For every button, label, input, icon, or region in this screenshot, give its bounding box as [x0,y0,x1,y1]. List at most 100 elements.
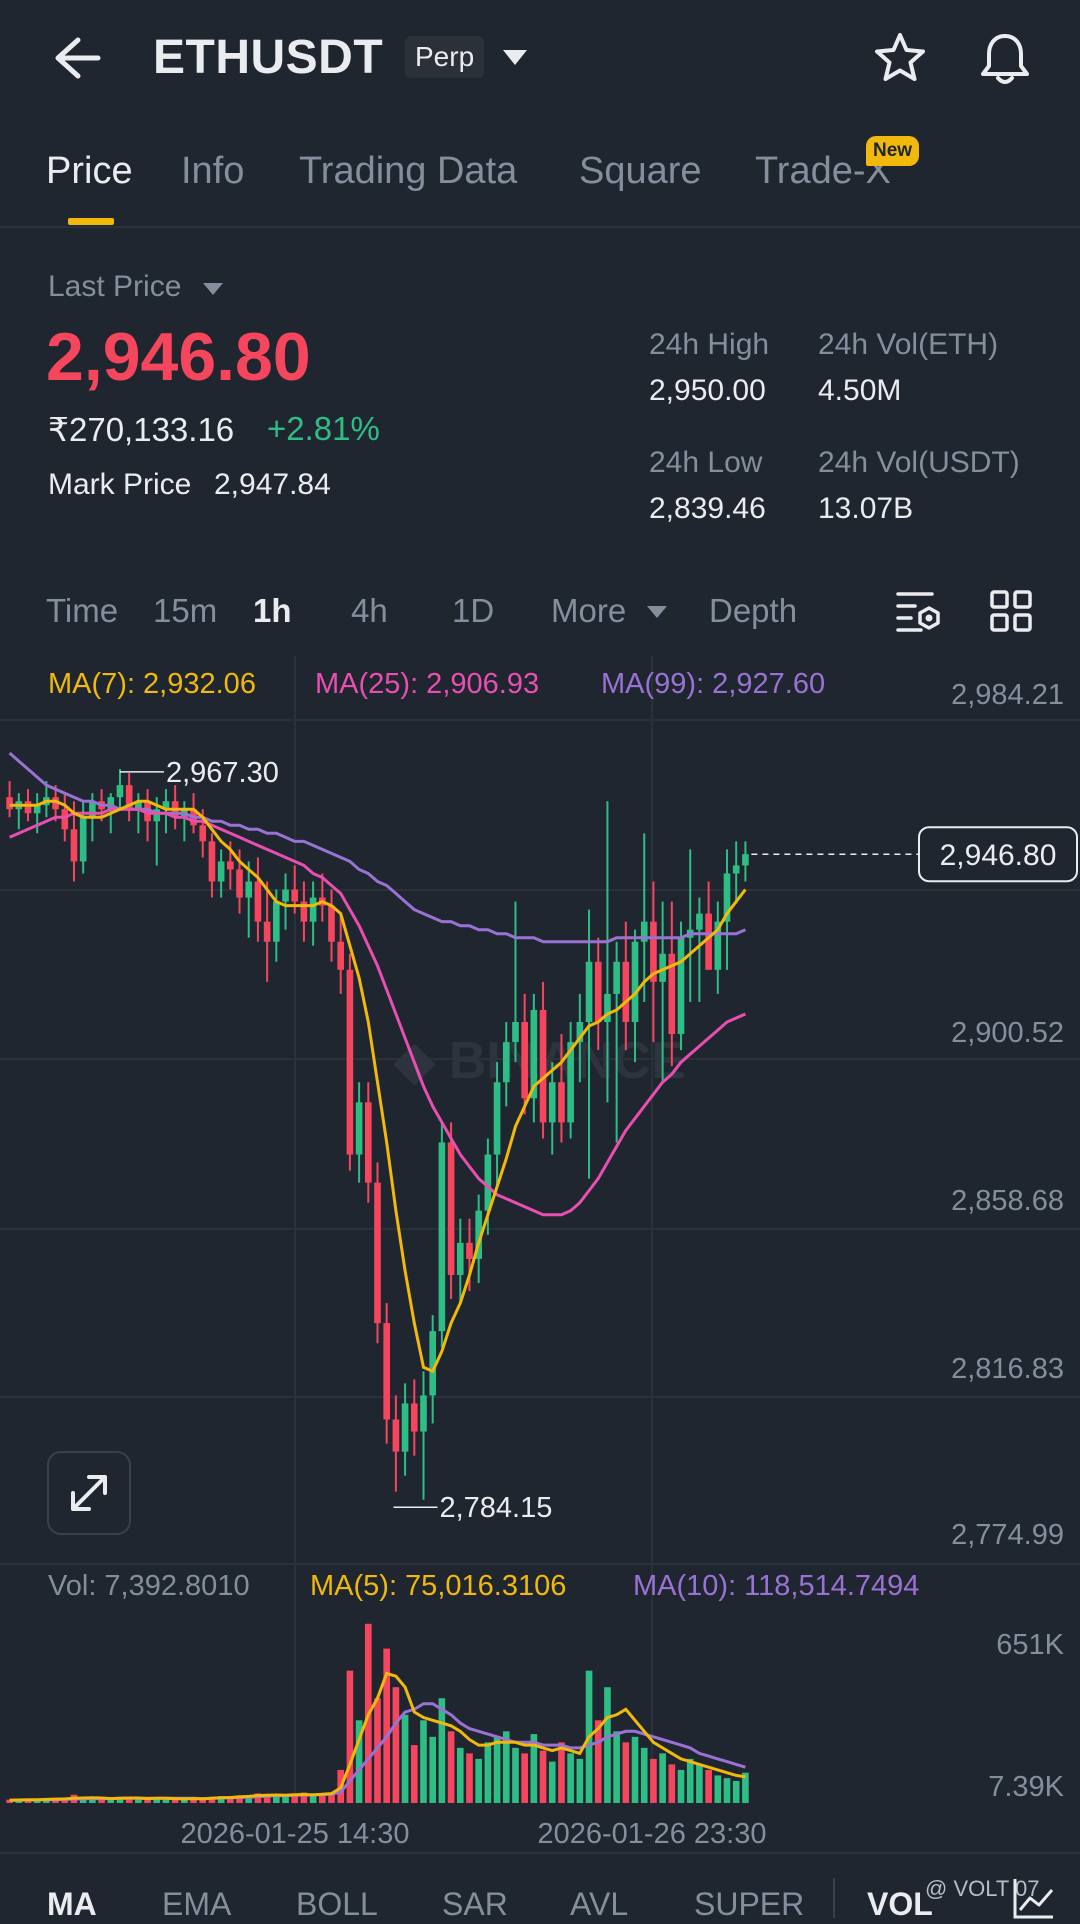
volume-bar [383,1648,391,1803]
candle-body [355,1102,363,1155]
volume-bar [429,1736,436,1803]
candle-body [337,941,345,970]
tab-price[interactable]: Price [46,150,133,193]
last-price-value: 2,946.80 [46,319,311,395]
indicator-boll[interactable]: BOLL [296,1886,378,1923]
chart-grid [0,656,1080,1854]
candle-body [631,941,639,1023]
interval-15m[interactable]: 15m [153,592,217,630]
last-price-tag-text: 2,946.80 [940,839,1057,872]
last-price-label[interactable]: Last Price [48,270,181,304]
indicator-vol[interactable]: VOL [867,1886,933,1923]
volume-bar [548,1761,556,1803]
candle-body [217,861,225,882]
candle-body [6,797,13,810]
star-icon[interactable] [872,30,928,86]
chart-type-icon[interactable] [1012,1876,1056,1920]
volume-bar [493,1736,501,1803]
price-axis-label: 2,774.99 [951,1519,1064,1551]
candle-body [208,841,216,882]
candle-body [732,865,740,874]
candle-body [613,961,620,994]
indicator-sar[interactable]: SAR [442,1886,508,1923]
volume-axis: 651K 7.39K [988,1629,1064,1803]
volume-bar [604,1687,611,1803]
price-axis-label: 2,900.52 [951,1017,1064,1049]
high-24h-value: 2,950.00 [649,374,766,407]
layout-grid-icon[interactable] [990,590,1032,632]
interval-1h[interactable]: 1h [253,592,292,630]
ma99-legend: MA(99): 2,927.60 [601,668,826,700]
price-axis-label: 2,858.68 [951,1185,1064,1217]
time-axis-label: 2026-01-25 14:30 [181,1818,410,1850]
volume-bar [705,1769,712,1803]
volume-bar [659,1753,666,1803]
ma7-legend: MA(7): 2,932.06 [48,668,256,700]
expand-icon [71,1475,107,1511]
chevron-down-icon[interactable] [501,46,529,68]
candlesticks [6,769,749,1500]
price-chart[interactable]: ◆ BINANCE 2,946.802,967.302,784.15 2,984… [0,656,1080,1856]
time-axis-label: 2026-01-26 23:30 [538,1818,767,1850]
candle-body [328,905,335,942]
indicator-ma[interactable]: MA [47,1886,97,1923]
vol-eth-24h-label: 24h Vol(ETH) [818,328,999,361]
volume-bar [282,1796,289,1803]
low-24h-value: 2,839.46 [649,492,766,525]
depth-tab[interactable]: Depth [709,592,797,630]
volume-bars [6,1623,749,1803]
volume-bar [723,1778,731,1803]
candle-body [677,937,685,1035]
vol-eth-24h-value: 4.50M [818,374,902,407]
candle-body [420,1395,427,1432]
indicator-ema[interactable]: EMA [162,1886,231,1923]
candle-body [521,1022,528,1099]
vol-usdt-24h-value: 13.07B [818,492,914,525]
indicator-super[interactable]: SUPER [694,1886,804,1923]
volume-bar [319,1795,326,1803]
caret-down-icon[interactable] [202,282,224,296]
fullscreen-button[interactable] [47,1451,131,1535]
tab-info[interactable]: Info [181,150,244,193]
candle-body [456,1242,464,1275]
volume-legend: Vol: 7,392.8010 [48,1570,250,1602]
candle-body [438,1142,446,1332]
candle-body [282,889,289,902]
volume-bar [392,1687,400,1803]
candle-body [548,1082,556,1123]
candle-body [512,1022,519,1043]
chart-settings-icon[interactable] [895,588,943,634]
tab-square[interactable]: Square [579,150,702,193]
interval-time[interactable]: Time [46,592,118,630]
vol-ma10-legend: MA(10): 118,514.7494 [633,1570,920,1602]
volume-bar [309,1796,317,1803]
candle-body [374,1182,381,1324]
volume-bar [576,1758,584,1803]
volume-bar [696,1764,703,1803]
candle-body [24,801,32,814]
volume-bar [594,1720,602,1803]
candle-body [70,829,78,862]
volume-bar [558,1742,565,1803]
candle-body [742,854,749,866]
ma25-legend: MA(25): 2,906.93 [315,668,540,700]
interval-1d[interactable]: 1D [452,592,494,630]
back-arrow-icon[interactable] [48,30,104,86]
symbol-title[interactable]: ETHUSDT [153,30,383,85]
tab-trading-data[interactable]: Trading Data [299,150,517,193]
bell-icon[interactable] [976,30,1034,88]
more-caret-icon[interactable] [646,605,668,619]
candle-body [346,969,354,1155]
interval-4h[interactable]: 4h [351,592,388,630]
tab-bar: Price Info Trading Data Square Trade-X N… [0,130,1080,228]
indicator-divider [833,1878,835,1918]
candle-body [364,1102,372,1183]
candle-body [291,889,299,902]
candle-body [447,1142,455,1275]
candle-body [558,1082,565,1123]
price-axis: 2,984.21 2,900.52 2,858.68 2,816.83 2,774.99 [951,679,1064,1551]
high-24h-label: 24h High [649,328,770,361]
volume-bar [181,1799,188,1803]
indicator-avl[interactable]: AVL [570,1886,628,1923]
interval-more[interactable]: More [551,592,626,630]
